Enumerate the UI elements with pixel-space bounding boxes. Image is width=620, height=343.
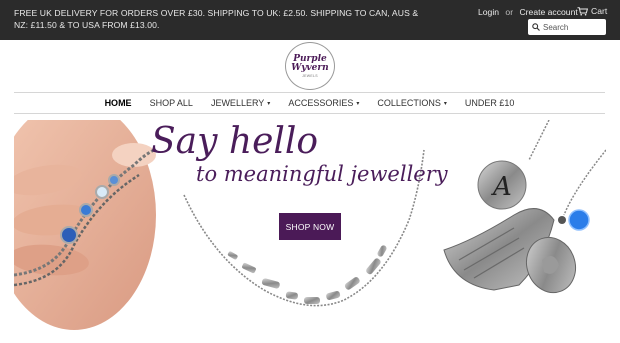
account-links: Login or Create account [478,7,578,17]
nav-accessories-label: ACCESSORIES [288,98,354,108]
logo-line-2: Wyvern [291,62,329,73]
nav-under-10[interactable]: UNDER £10 [465,98,515,108]
announcement-text: FREE UK DELIVERY FOR ORDERS OVER £30. SH… [14,8,419,30]
cart-icon [577,6,588,15]
nav-shop-all-label: SHOP ALL [149,98,193,108]
site-logo[interactable]: Purple Wyvern JEWELS [285,42,335,90]
announcement-bar: FREE UK DELIVERY FOR ORDERS OVER £30. SH… [0,0,620,40]
shop-now-button[interactable]: SHOP NOW [279,213,341,240]
nav-home[interactable]: HOME [105,98,132,108]
search-box [528,19,606,35]
chevron-down-icon: ▾ [443,100,447,107]
nav-jewellery[interactable]: JEWELLERY ▾ [211,98,270,108]
nav-jewellery-label: JEWELLERY [210,98,265,108]
nav-accessories[interactable]: ACCESSORIES ▾ [288,98,359,108]
hero-subtitle: to meaningful jewellery [196,162,448,186]
nav-home-label: HOME [104,98,132,108]
search-input[interactable] [543,20,603,34]
nav-collections[interactable]: COLLECTIONS ▾ [377,98,447,108]
cart-link[interactable]: Cart [577,6,607,16]
nav-under-10-label: UNDER £10 [464,98,515,108]
hand-photo [14,120,156,330]
nav-shop-all[interactable]: SHOP ALL [150,98,193,108]
create-account-link[interactable]: Create account [519,7,577,17]
hero-banner[interactable]: A Say hello to meaningful jewellery SHOP… [14,120,606,343]
nav-collections-label: COLLECTIONS [377,98,441,108]
login-link[interactable]: Login [478,7,499,17]
hero-title: Say hello [151,121,319,162]
chevron-down-icon: ▾ [356,100,360,107]
or-text: or [505,7,514,17]
cart-label: Cart [591,6,608,16]
search-icon[interactable] [532,23,540,31]
chevron-down-icon: ▾ [267,100,271,107]
charm-necklace-photo [443,120,606,294]
charm-letter: A [491,172,512,202]
logo-line-3: JEWELS [302,73,318,78]
main-nav: HOME SHOP ALL JEWELLERY ▾ ACCESSORIES ▾ CO… [14,92,605,114]
